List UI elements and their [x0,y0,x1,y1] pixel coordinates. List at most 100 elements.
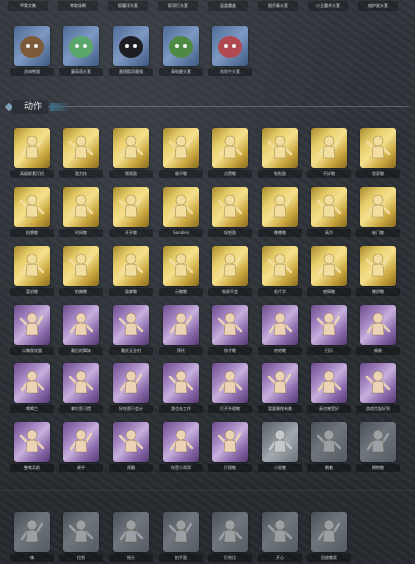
figure-arm [217,199,227,209]
figure-arm [84,323,94,333]
action-card[interactable]: 暂要最保有美 [258,363,302,413]
mushroom-head-icon [69,36,93,58]
action-card[interactable]: 哈哈敬 [258,305,302,355]
action-card[interactable]: 偷偷 [356,305,400,355]
action-card[interactable]: 嗨 [10,512,54,562]
figure-icon [365,370,391,394]
action-card[interactable]: 打理敬 [208,422,252,472]
action-card[interactable]: 拍胸敬 [59,246,103,296]
action-card[interactable]: 小屁敬 [258,422,302,472]
action-card[interactable]: 故乎 [59,422,103,472]
figure-arm [35,440,45,450]
figure-arm [332,264,342,274]
action-card[interactable]: 啦啦鼓 [258,128,302,178]
head-item-card[interactable]: 墨镜酷哥墨镜 [109,26,153,76]
figure-icon [267,370,292,394]
top-item-label[interactable]: 小丑魔术头套 [308,1,348,11]
action-card[interactable]: 拿钉鱼习惯 [59,363,103,413]
action-card[interactable]: 游戏世起好到 [356,363,400,413]
figure-body [174,204,188,218]
action-card[interactable]: 扫乐 [307,305,351,355]
top-item-label[interactable]: 孝取诛瞬 [58,1,98,11]
top-item-label[interactable]: 图吊春头套 [258,1,298,11]
figure-head [175,135,187,147]
action-card[interactable]: 耍机敬 [10,246,54,296]
top-item-label[interactable]: 醉洞打头套 [158,1,198,11]
action-card[interactable]: 时间敬 [59,187,103,237]
action-card[interactable]: 毛片学 [258,246,302,296]
figure-head [75,370,87,382]
action-card[interactable]: 吸收不会 [208,246,252,296]
action-label: 整笔兵前 [10,464,54,472]
action-card[interactable]: 喝喝兰 [10,363,54,413]
action-card[interactable]: 整笔兵前 [10,422,54,472]
action-label: 我也去工作 [159,405,203,413]
action-card[interactable]: 开心 [258,512,302,562]
action-card[interactable]: 感情敬 [307,246,351,296]
top-item-label[interactable]: 壶盖魔盒 [208,1,248,11]
figure-icon [169,194,194,218]
action-card[interactable]: 开开敬 [109,187,153,237]
action-card[interactable]: 撒撒敬 [258,187,302,237]
head-item-card[interactable]: 青蛙醒头套 [159,26,203,76]
figure-icon [169,312,193,336]
cow-head-icon [218,36,242,58]
action-card[interactable]: 偷门敬 [356,187,400,237]
figure-head [224,253,236,265]
top-item-label[interactable]: 甲骨文集 [8,1,48,11]
action-card[interactable]: Sandies [159,187,203,237]
figure-icon [268,194,292,218]
action-card[interactable]: 原翻 [109,422,153,472]
head-item-card[interactable]: 蘑菇萌头套 [59,26,103,76]
sunglasses-icon [119,36,143,58]
action-card[interactable]: 拉到 [59,512,103,562]
action-card[interactable]: 拍手鼓 [159,512,203,562]
figure-arm [184,138,193,150]
action-label: 拍牌敬 [10,229,54,237]
action-card[interactable]: 惊才敬 [208,305,252,355]
figure-arm [134,264,144,274]
action-card[interactable]: 以胸我攻量 [10,305,54,355]
action-card[interactable]: 叹吧鼓 [208,187,252,237]
action-card[interactable]: 敢不敬 [159,128,203,178]
action-card[interactable]: 高也感受好 [307,363,351,413]
figure-arm [233,381,243,391]
action-card[interactable]: 示敬敬 [159,246,203,296]
action-card[interactable]: 躺着 [307,422,351,472]
action-label: 打理敬 [208,464,252,472]
section-header-actions: 动作 [4,100,409,114]
action-label: 鼓掌敬 [109,288,153,296]
head-item-card[interactable]: 咕咕牛头套 [208,26,252,76]
action-card[interactable]: 你是小哥哥 [159,422,203,472]
figure-head [125,312,137,324]
top-item-label[interactable]: 醉醺洋头套 [108,1,148,11]
action-card[interactable]: 鼓力技 [59,128,103,178]
figure-icon [69,429,93,453]
action-card[interactable]: 点赞敬 [208,128,252,178]
action-card[interactable]: 最后的舞妹 [59,305,103,355]
figure-arm [267,258,277,268]
action-card[interactable]: 打哈比 [208,512,252,562]
top-item-label[interactable]: 熔炉星头套 [358,1,398,11]
action-card[interactable]: 不好敬 [307,128,351,178]
action-card[interactable]: 最优无业村 [109,305,153,355]
action-card[interactable]: 鼓掌敬 [109,246,153,296]
action-card[interactable]: 拍牌敬 [10,187,54,237]
action-card[interactable]: 高级鲜素打招 [10,128,54,178]
action-card[interactable]: 我也去工作 [159,363,203,413]
figure-arm [35,315,44,327]
action-card[interactable]: 好吃那只会计 [109,363,153,413]
action-card[interactable]: 频频鼓 [109,128,153,178]
action-card[interactable]: 打开外理敬 [208,363,252,413]
figure-arm [184,264,194,274]
action-label: 毛片学 [258,288,302,296]
action-card[interactable]: 拥抱敬 [356,422,400,472]
action-card[interactable]: 思索敬 [356,128,400,178]
action-card[interactable]: 摇头 [109,512,153,562]
action-card[interactable]: 高冷 [307,187,351,237]
figure-body [25,380,39,394]
action-card[interactable]: 拜托 [159,305,203,355]
head-item-card[interactable]: 咨询熊猫 [10,26,54,76]
action-card[interactable]: 撒娇敬 [356,246,400,296]
action-card[interactable]: 回放敬奖 [307,512,351,562]
